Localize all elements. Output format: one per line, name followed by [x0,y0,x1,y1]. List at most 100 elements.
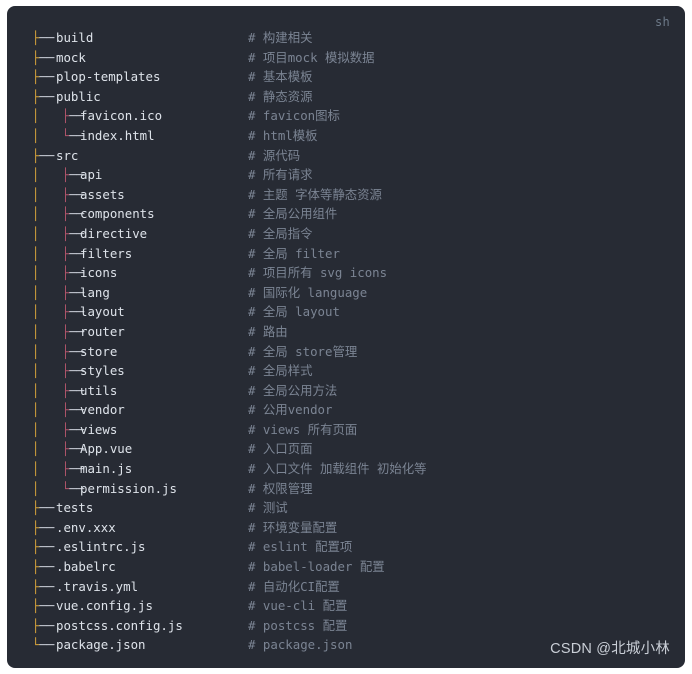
tree-row: ├── .eslintrc.js # eslint 配置项 [8,537,684,557]
tree-branch-glyph: │ ├── [32,245,85,261]
tree-entry-name: styles [80,363,125,379]
tree-branch-glyph: ├── [32,519,55,535]
tree-entry-comment: # vue-cli 配置 [248,598,348,614]
tree-branch-glyph: │ ├── [32,343,85,359]
tree-row: │ ├── layout # 全局 layout [8,302,684,322]
tree-entry-name: layout [80,304,125,320]
tree-entry-name: views [80,421,118,437]
tree-entry-comment: # 基本模板 [248,69,313,85]
tree-entry-comment: # postcss 配置 [248,617,348,633]
tree-entry-name: build [56,30,94,45]
tree-branch-glyph: │ ├── [32,206,85,222]
tree-entry-name: main.js [80,461,133,477]
tree-row: │ ├── lang # 国际化 language [8,283,684,303]
tree-entry-comment: # 自动化CI配置 [248,578,340,594]
tree-entry-name: public [56,88,101,104]
tree-row: │ ├── main.js # 入口文件 加载组件 初始化等 [8,459,684,479]
tree-branch-glyph: │ ├── [32,284,85,300]
tree-entry-comment: # 全局 store管理 [248,343,358,359]
tree-row: ├── build # 构建相关 [8,28,684,48]
tree-row: │ ├── views # views 所有页面 [8,420,684,440]
tree-branch-glyph: ├── [32,598,55,614]
tree-entry-name: store [80,343,118,359]
tree-entry-comment: # 项目所有 svg icons [248,265,388,281]
tree-entry-name: tests [56,500,94,516]
tree-branch-glyph: ├── [32,559,55,575]
tree-entry-comment: # 入口文件 加载组件 初始化等 [248,461,427,477]
tree-row: │ ├── store # 全局 store管理 [8,342,684,362]
language-tag: sh [654,15,670,29]
tree-entry-name: .babelrc [56,559,116,575]
tree-entry-name: lang [80,284,110,300]
tree-entry-name: utils [80,382,118,398]
tree-entry-comment: # babel-loader 配置 [248,559,385,575]
tree-entry-name: src [56,147,79,163]
tree-entry-name: vendor [80,402,125,418]
tree-entry-comment: # 路由 [248,323,288,339]
tree-branch-glyph: │ ├── [32,323,85,339]
tree-branch-glyph: ├── [32,69,55,85]
tree-branch-glyph: │ ├── [32,265,85,281]
tree-entry-name: assets [80,186,125,202]
tree-branch-glyph: │ ├── [32,382,85,398]
tree-row: │ ├── icons # 项目所有 svg icons [8,263,684,283]
tree-entry-name: filters [80,245,133,261]
tree-entry-comment: # views 所有页面 [248,421,358,437]
tree-entry-name: App.vue [80,441,133,457]
tree-row: ├── tests # 测试 [8,498,684,518]
tree-entry-comment: # 国际化 language [248,284,368,300]
tree-branch-glyph: ├── [32,500,55,516]
tree-entry-name: vue.config.js [56,598,153,614]
tree-entry-name: router [80,323,125,339]
tree-branch-glyph: │ ├── [32,167,85,183]
tree-row: ├── plop-templates # 基本模板 [8,67,684,87]
tree-entry-name: api [80,167,103,183]
tree-branch-glyph: ├── [32,88,55,104]
tree-entry-comment: # 构建相关 [248,30,313,45]
tree-row: │ ├── api # 所有请求 [8,165,684,185]
tree-row: │ ├── utils # 全局公用方法 [8,381,684,401]
tree-branch-glyph: ├── [32,617,55,633]
tree-row: │ ├── styles # 全局样式 [8,361,684,381]
tree-entry-name: package.json [56,637,146,653]
tree-row: ├── .travis.yml # 自动化CI配置 [8,577,684,597]
tree-entry-name: permission.js [80,480,177,496]
tree-entry-name: .travis.yml [56,578,139,594]
tree-row: │ ├── assets # 主题 字体等静态资源 [8,185,684,205]
tree-entry-comment: # eslint 配置项 [248,539,353,555]
tree-branch-glyph: │ ├── [32,421,85,437]
tree-branch-glyph: └── [32,637,55,653]
tree-row: │ ├── favicon.ico # favicon图标 [8,106,684,126]
tree-entry-comment: # 静态资源 [248,88,313,104]
tree-branch-glyph: │ └── [32,127,85,143]
tree-row: │ └── permission.js # 权限管理 [8,479,684,499]
tree-branch-glyph: │ ├── [32,461,85,477]
tree-entry-comment: # favicon图标 [248,108,340,124]
tree-row: │ └── index.html # html模板 [8,126,684,146]
tree-branch-glyph: │ ├── [32,441,85,457]
tree-entry-comment: # 全局指令 [248,225,313,241]
tree-entry-name: components [80,206,155,222]
watermark: CSDN @北城小林 [550,641,670,657]
tree-entry-comment: # 全局 layout [248,304,340,320]
tree-row: ├── postcss.config.js # postcss 配置 [8,616,684,636]
tree-branch-glyph: ├── [32,30,55,45]
tree-entry-name: favicon.ico [80,108,163,124]
tree-entry-comment: # package.json [248,637,353,653]
tree-entry-name: index.html [80,127,155,143]
tree-row: │ ├── components # 全局公用组件 [8,204,684,224]
tree-row: │ ├── vendor # 公用vendor [8,400,684,420]
tree-output: ├── build # 构建相关 ├── mock # 项目mock 模拟数据 ├── plo… [8,28,684,667]
tree-entry-comment: # 公用vendor [248,402,333,418]
tree-entry-comment: # html模板 [248,127,318,143]
tree-branch-glyph: ├── [32,147,55,163]
tree-entry-comment: # 环境变量配置 [248,519,338,535]
tree-branch-glyph: │ ├── [32,186,85,202]
tree-row: │ ├── router # 路由 [8,322,684,342]
tree-row: ├── public # 静态资源 [8,87,684,107]
tree-entry-name: .eslintrc.js [56,539,146,555]
tree-branch-glyph: ├── [32,49,55,65]
tree-row: │ ├── App.vue # 入口页面 [8,439,684,459]
tree-entry-comment: # 所有请求 [248,167,313,183]
tree-entry-name: mock [56,49,86,65]
